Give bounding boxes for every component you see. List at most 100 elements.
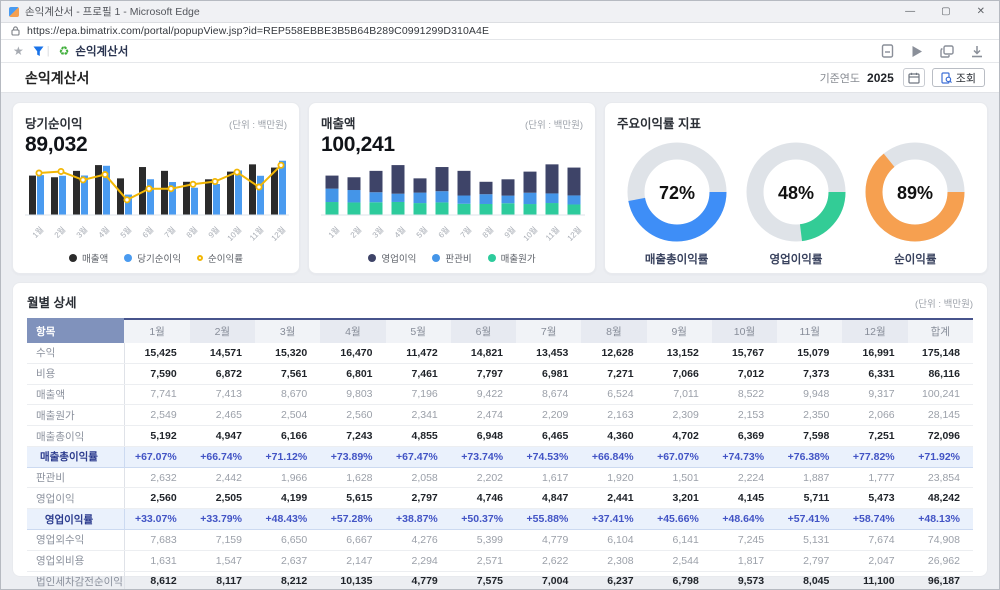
search-button-label: 조회 [956,70,976,86]
table-cell: 16,991 [842,343,907,363]
stack-판관비 [480,194,493,204]
table-row: 영업이익률+33.07%+33.79%+48.43%+57.28%+38.87%… [27,509,973,530]
search-button[interactable]: 조회 [932,68,985,87]
x-axis-label: 7월 [458,224,473,239]
row-label: 매출액 [27,384,124,405]
table-cell: 1,966 [255,467,320,488]
table-cell: 2,350 [777,405,842,426]
stack-매출원가 [458,204,471,215]
table-cell: 72,096 [908,426,973,447]
table-row: 비용7,5906,8727,5616,8017,4617,7976,9817,2… [27,363,973,384]
legend-label: 영업이익 [381,251,416,265]
column-header: 합계 [908,319,973,343]
stack-판관비 [568,195,581,204]
line-marker [278,163,283,168]
table-cell: 2,622 [516,550,581,571]
table-cell: 7,004 [516,571,581,589]
column-header: 항목 [27,319,124,343]
maximize-icon[interactable]: ▢ [941,7,950,17]
svg-text:48%: 48% [778,183,814,203]
download-icon[interactable] [971,45,983,58]
favorite-star-icon[interactable]: ★ [13,44,24,58]
table-cell: 2,505 [190,488,255,509]
table-cell: 6,801 [320,363,385,384]
table-cell: 7,741 [124,384,189,405]
table-cell: +67.47% [386,446,451,467]
table-cell: 1,631 [124,550,189,571]
table-cell: 4,779 [516,530,581,551]
calendar-button[interactable] [903,68,925,87]
table-cell: 1,617 [516,467,581,488]
table-cell: 15,425 [124,343,189,363]
donut-chart: 48% [744,140,848,244]
table-cell: +77.82% [842,446,907,467]
table-cell: 2,202 [451,467,516,488]
lock-icon[interactable] [11,26,20,36]
table-cell: 6,872 [190,363,255,384]
report-document-icon[interactable] [881,44,894,58]
row-label: 매출총이익 [27,426,124,447]
legend-dot-icon [432,254,440,262]
table-cell: 2,163 [581,405,646,426]
stack-영업이익 [392,165,405,194]
x-axis-label: 9월 [206,224,221,239]
x-axis-label: 12월 [269,224,288,243]
url-text[interactable]: https://epa.bimatrix.com/portal/popupVie… [27,25,489,37]
column-header: 4월 [320,319,385,343]
table-cell: 13,152 [647,343,712,363]
table-cell: 7,245 [712,530,777,551]
line-marker [36,170,41,175]
table-cell: 7,251 [842,426,907,447]
minimize-icon[interactable]: — [905,7,915,17]
table-cell: 2,465 [190,405,255,426]
table-cell: 1,887 [777,467,842,488]
table-cell: 7,271 [581,363,646,384]
stack-매출원가 [370,202,383,215]
net-income-card: 당기순이익 (단위 : 백만원) 89,032 1월2월3월4월5월6월7월8월… [12,102,300,274]
run-play-icon[interactable] [911,45,923,58]
table-cell: 5,711 [777,488,842,509]
table-cell: 100,241 [908,384,973,405]
row-label: 매출총이익률 [27,446,124,467]
table-cell: 14,571 [190,343,255,363]
table-cell: 14,821 [451,343,516,363]
filter-funnel-icon[interactable] [33,46,44,57]
donut-chart: 72% [625,140,729,244]
table-unit-label: (단위 : 백만원) [915,296,973,310]
table-cell: 15,767 [712,343,777,363]
table-cell: +66.84% [581,446,646,467]
donut-label: 영업이익률 [770,251,823,267]
stack-매출원가 [392,202,405,215]
x-axis-label: 4월 [96,224,111,239]
close-icon[interactable]: ✕ [977,7,985,17]
x-axis-label: 11월 [247,224,265,242]
table-cell: 7,590 [124,363,189,384]
donut-charts-row: 72%매출총이익률48%영업이익률89%순이익률 [617,140,975,267]
table-cell: 7,012 [712,363,777,384]
x-axis-label: 6월 [436,224,451,239]
table-row: 영업이익2,5602,5054,1995,6152,7974,7464,8472… [27,488,973,509]
column-header: 11월 [777,319,842,343]
copy-window-icon[interactable] [940,45,954,58]
bar-당기순이익 [213,184,220,215]
stack-영업이익 [370,171,383,192]
net-income-card-title: 당기순이익 [25,113,83,132]
stack-매출원가 [326,202,339,215]
table-cell: 175,148 [908,343,973,363]
table-cell: +37.41% [581,509,646,530]
bar-매출액 [205,179,212,215]
stack-영업이익 [524,172,537,193]
net-income-unit-label: (단위 : 백만원) [229,117,287,131]
table-cell: 2,544 [647,550,712,571]
bookmark-report-link[interactable]: 손익계산서 [75,43,128,59]
legend-dot-icon [69,254,77,262]
line-marker [58,169,63,174]
page-header: 손익계산서 기준연도 2025 조회 [1,63,999,93]
legend-item: 순이익률 [197,251,243,265]
stack-판관비 [392,194,405,202]
base-year-value[interactable]: 2025 [867,71,894,85]
column-header: 3월 [255,319,320,343]
row-label: 수익 [27,343,124,363]
table-cell: 7,196 [386,384,451,405]
stack-판관비 [546,193,559,203]
